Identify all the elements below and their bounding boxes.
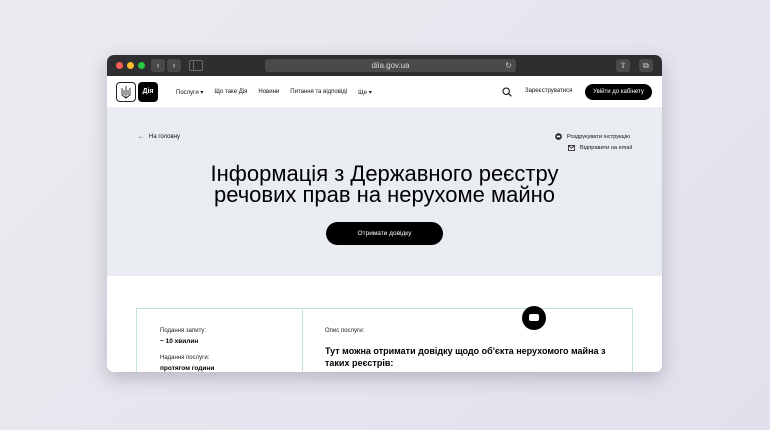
url-text: diia.gov.ua bbox=[371, 61, 410, 70]
email-link-label: Відправити на email bbox=[580, 145, 632, 151]
browser-titlebar: ‹ › diia.gov.ua ↻ ⇧ ⧉ bbox=[107, 55, 662, 76]
sidebar-icon[interactable] bbox=[189, 60, 203, 71]
send-email-link[interactable]: Відправити на email bbox=[568, 145, 632, 151]
nav-item-about[interactable]: Що таке Дія bbox=[214, 89, 247, 95]
trident-icon bbox=[121, 85, 131, 99]
register-link[interactable]: Зареєструватися bbox=[525, 88, 572, 94]
maximize-window-button[interactable] bbox=[138, 62, 145, 69]
request-time-value: ~ 10 хвилин bbox=[160, 338, 199, 345]
browser-window: ‹ › diia.gov.ua ↻ ⇧ ⧉ Дія Послуги ▾ Що т… bbox=[107, 55, 662, 372]
arrow-left-icon: ← bbox=[138, 134, 144, 140]
nav-item-services[interactable]: Послуги ▾ bbox=[176, 89, 203, 96]
service-time-value: протягом години bbox=[160, 365, 215, 372]
print-instruction-link[interactable]: Роздрукувати інструкцію bbox=[555, 133, 630, 140]
nav-item-news[interactable]: Новини bbox=[258, 89, 279, 95]
close-window-button[interactable] bbox=[116, 62, 123, 69]
site-header: Дія Послуги ▾ Що таке Дія Новини Питання… bbox=[107, 76, 662, 108]
back-icon[interactable]: ‹ bbox=[151, 59, 165, 72]
page-title-line-2: речових прав на нерухоме майно bbox=[213, 182, 556, 207]
page-title: Інформація з Державного реєстру речових … bbox=[107, 163, 662, 207]
hero-section: ← На головну Роздрукувати інструкцію Від… bbox=[107, 108, 662, 276]
description-line-2: таких реєстрів: bbox=[325, 358, 394, 368]
service-details-section: Подання запиту: ~ 10 хвилин Надання посл… bbox=[107, 276, 662, 372]
reload-icon[interactable]: ↻ bbox=[505, 59, 512, 72]
printer-icon bbox=[555, 133, 562, 140]
description-label: Опис послуги: bbox=[325, 328, 365, 334]
description-line-1: Тут можна отримати довідку щодо об'єкта … bbox=[325, 346, 606, 356]
back-link-label: На головну bbox=[149, 134, 181, 140]
request-time-label: Подання запиту: bbox=[160, 328, 207, 334]
main-nav: Послуги ▾ Що таке Дія Новини Питання та … bbox=[176, 76, 372, 108]
forward-icon[interactable]: › bbox=[167, 59, 181, 72]
nav-item-faq[interactable]: Питання та відповіді bbox=[290, 89, 347, 95]
minimize-window-button[interactable] bbox=[127, 62, 134, 69]
print-link-label: Роздрукувати інструкцію bbox=[567, 133, 631, 140]
search-icon[interactable] bbox=[502, 87, 512, 97]
login-button[interactable]: Увійти до кабінету bbox=[585, 84, 652, 100]
service-info-card: Подання запиту: ~ 10 хвилин Надання посл… bbox=[136, 308, 633, 372]
card-divider bbox=[302, 309, 303, 372]
service-time-label: Надання послуги: bbox=[160, 355, 210, 361]
back-to-home-link[interactable]: ← На головну bbox=[138, 134, 180, 140]
get-certificate-button[interactable]: Отримати довідку bbox=[326, 222, 443, 245]
mail-icon bbox=[568, 145, 575, 151]
share-icon[interactable]: ⇧ bbox=[616, 59, 630, 72]
trident-logo-icon[interactable] bbox=[116, 82, 136, 102]
description-text: Тут можна отримати довідку щодо об'єкта … bbox=[325, 345, 615, 369]
chat-icon[interactable] bbox=[522, 306, 546, 330]
tabs-icon[interactable]: ⧉ bbox=[639, 59, 653, 72]
address-bar[interactable]: diia.gov.ua ↻ bbox=[265, 59, 516, 72]
diia-logo[interactable]: Дія bbox=[138, 82, 158, 102]
nav-item-more[interactable]: Ще ▾ bbox=[358, 89, 372, 96]
